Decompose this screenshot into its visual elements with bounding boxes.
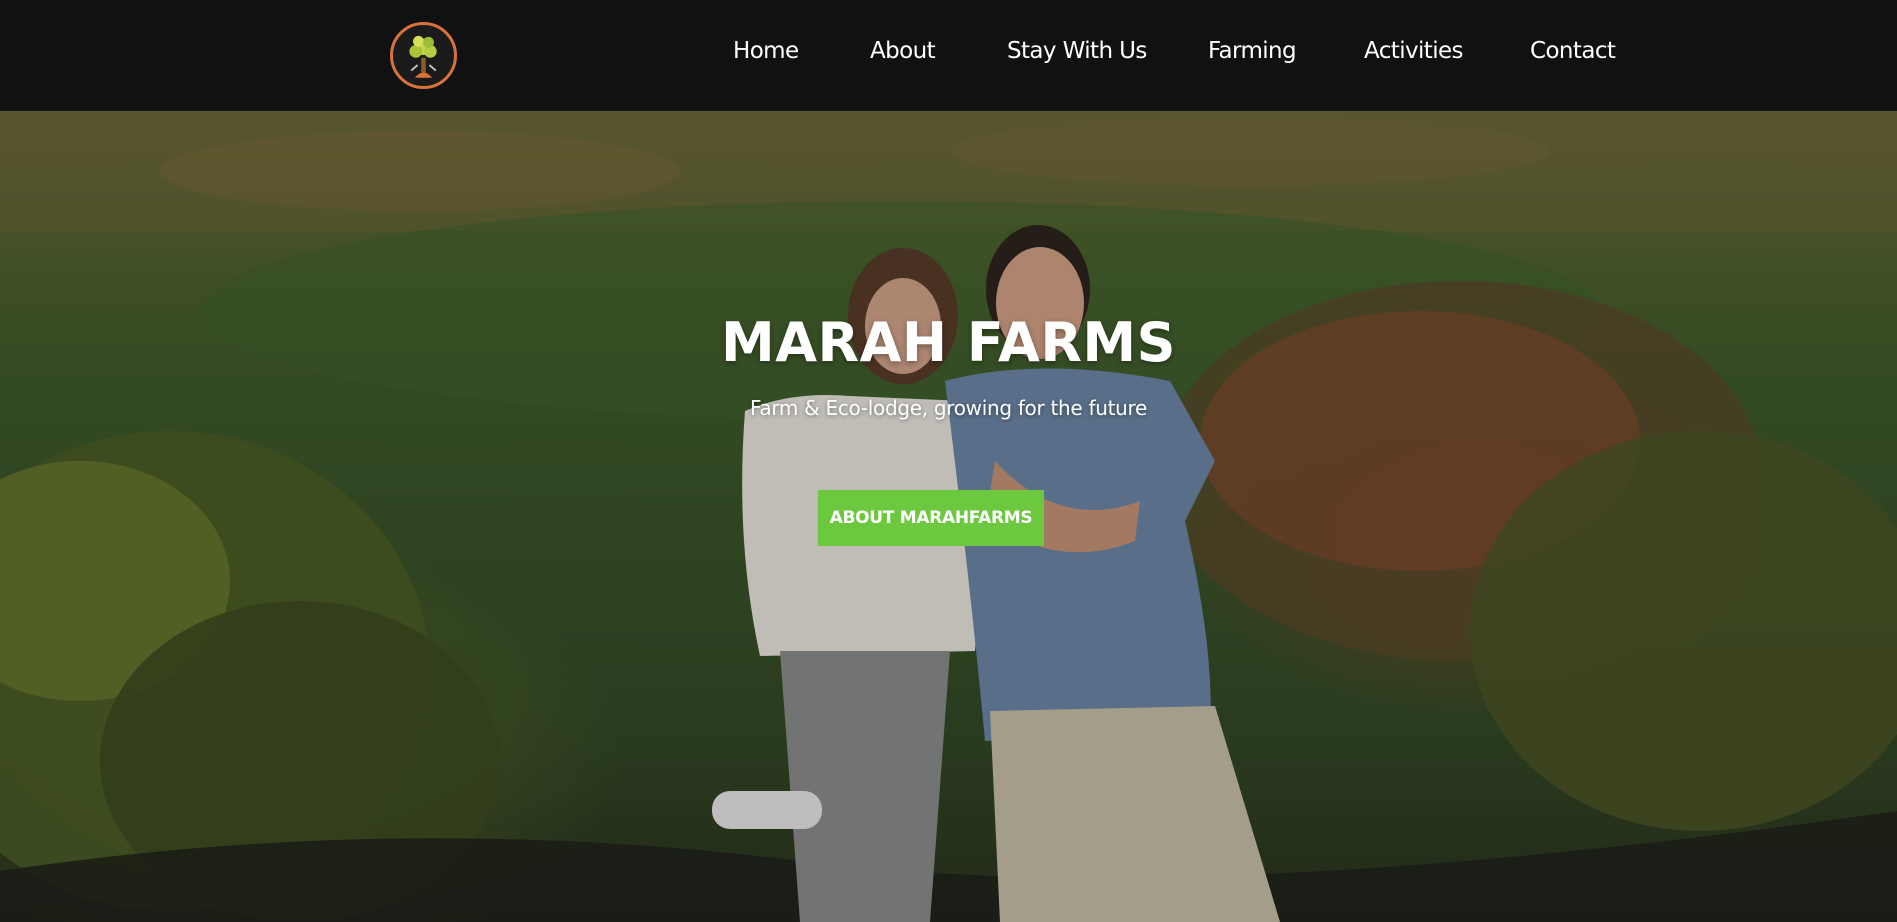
hero-title: MARAH FARMS: [720, 311, 1177, 374]
nav-item-contact[interactable]: Contact: [1530, 38, 1616, 64]
hero-subtitle: Farm & Eco-lodge, growing for the future: [750, 396, 1147, 420]
site-header: Home About Stay With Us Farming Activiti…: [0, 0, 1897, 111]
nav-item-activities[interactable]: Activities: [1364, 38, 1464, 64]
main-nav: Home About Stay With Us Farming Activiti…: [0, 0, 1897, 111]
about-marahfarms-button[interactable]: ABOUT MARAHFARMS: [818, 490, 1044, 546]
nav-item-stay-with-us[interactable]: Stay With Us: [1007, 38, 1147, 64]
hero-section: MARAH FARMS Farm & Eco-lodge, growing fo…: [0, 111, 1897, 922]
nav-item-about[interactable]: About: [870, 38, 936, 64]
nav-item-home[interactable]: Home: [733, 38, 799, 64]
nav-item-farming[interactable]: Farming: [1208, 38, 1297, 64]
